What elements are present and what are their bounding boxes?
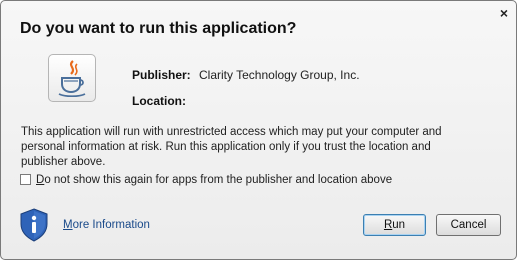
java-icon — [48, 54, 96, 102]
do-not-show-again-label[interactable]: Do not show this again for apps from the… — [36, 174, 392, 186]
info-shield-icon — [19, 208, 49, 247]
close-icon[interactable]: × — [497, 6, 511, 20]
security-warning-text: This application will run with unrestric… — [21, 126, 442, 168]
location-label: Location: — [132, 94, 186, 108]
run-button[interactable]: Run — [363, 214, 426, 236]
run-application-dialog: Do you want to run this application? × P… — [0, 0, 517, 260]
more-information-link[interactable]: More Information — [63, 219, 150, 231]
do-not-show-again-checkbox[interactable] — [20, 174, 31, 185]
publisher-label: Publisher: — [132, 68, 191, 82]
dialog-title: Do you want to run this application? — [20, 20, 297, 37]
cancel-button[interactable]: Cancel — [436, 214, 501, 236]
publisher-value: Clarity Technology Group, Inc. — [199, 68, 360, 82]
do-not-show-again-row[interactable]: Do not show this again for apps from the… — [20, 172, 392, 187]
